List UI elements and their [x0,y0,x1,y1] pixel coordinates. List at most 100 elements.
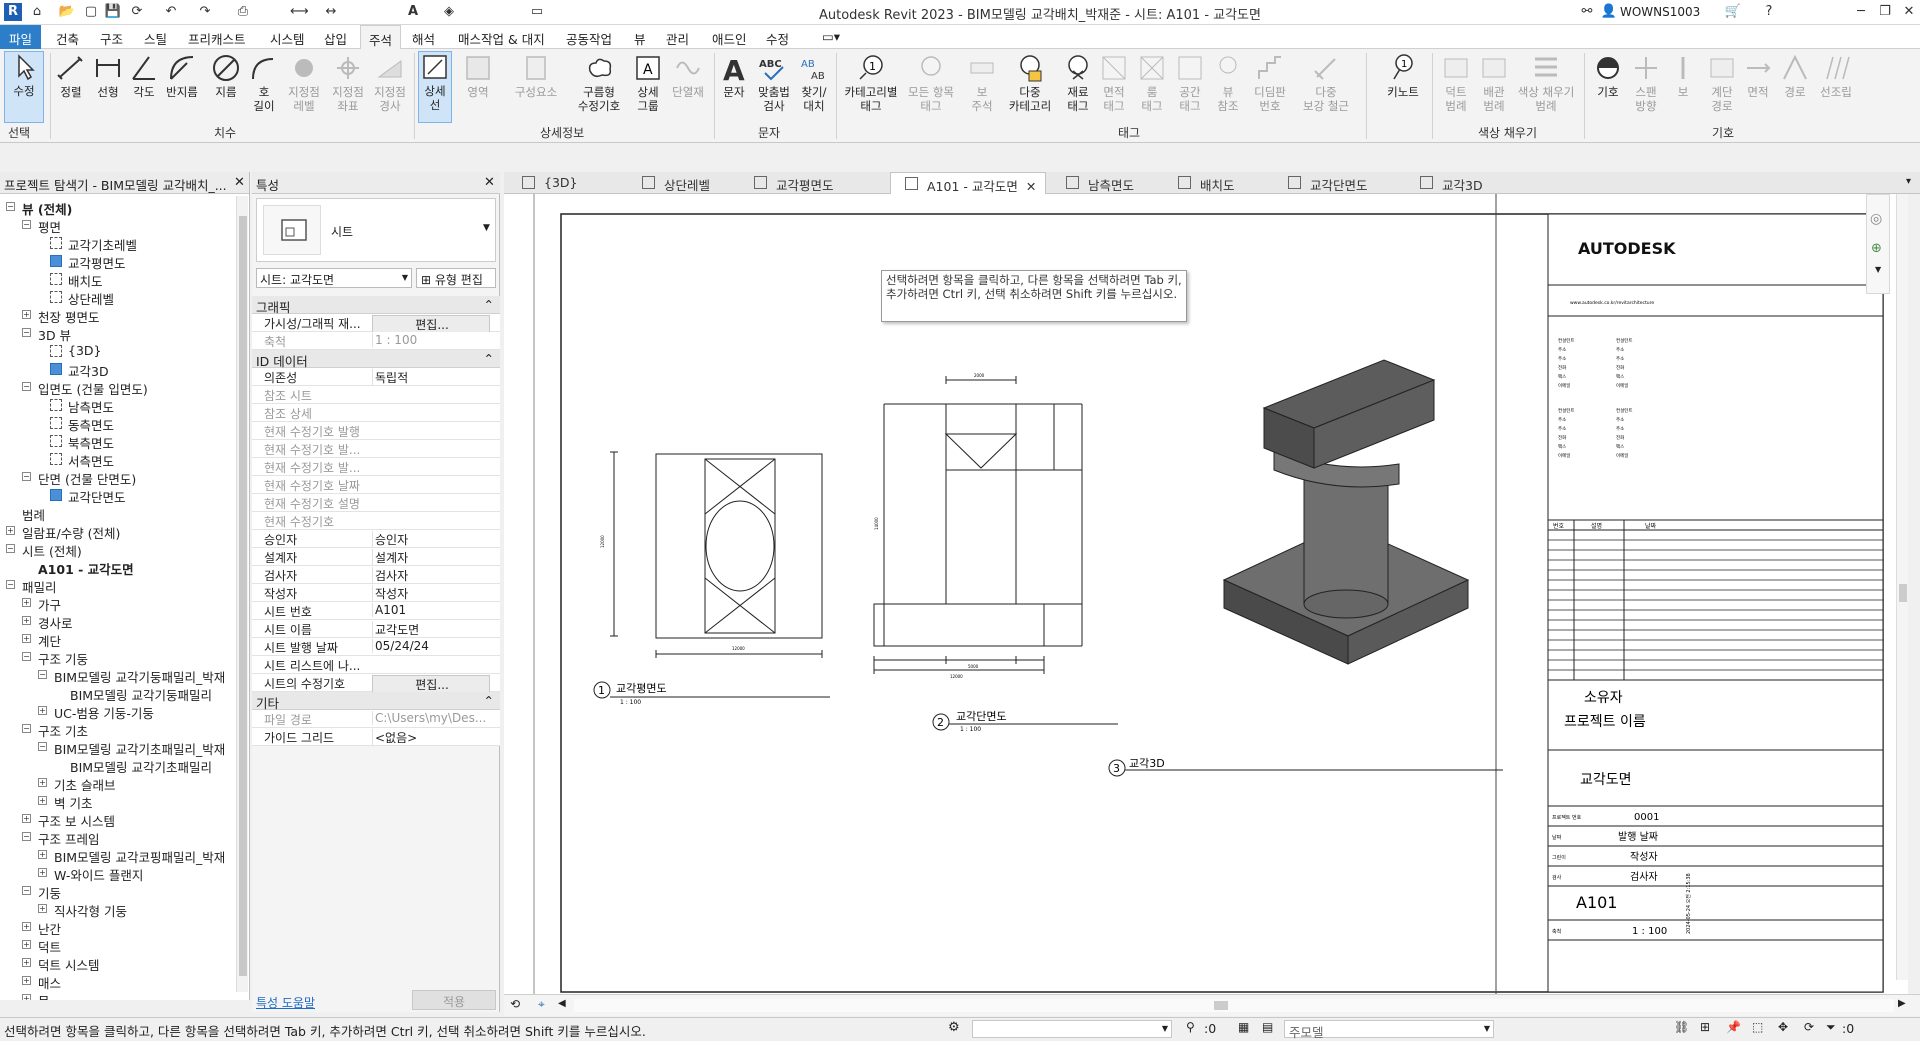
group-text[interactable]: 문자 [758,124,780,141]
view-tab[interactable]: 교각3D [1406,172,1538,194]
property-section-header[interactable]: 기타 ⌃ [252,692,500,711]
menu-annotate[interactable]: 주석 [360,25,402,49]
properties-help-link[interactable]: 특성 도움말 [256,994,315,1011]
text-icon[interactable]: A [404,3,422,21]
tree-item[interactable]: 교각기초레벨 [68,235,137,254]
tree-expander-icon[interactable]: + [38,904,47,913]
symbol-button[interactable]: 기호 [1590,53,1626,99]
tree-item[interactable]: 덕트 시스템 [38,955,99,974]
property-row[interactable]: 현재 수정기호 발... [252,458,500,476]
tree-item[interactable]: 시트 (전체) [22,541,82,560]
detail-line-button[interactable]: 상세 선 [418,51,452,123]
tree-item[interactable]: W-와이드 플랜지 [54,865,143,884]
property-row[interactable]: 현재 수정기호 발행 [252,422,500,440]
diameter-dim-button[interactable]: 지름 [208,53,244,99]
tree-item[interactable]: UC-범용 기둥-기둥 [54,703,154,722]
property-row[interactable]: 참조 시트 [252,386,500,404]
property-row[interactable]: 설계자 설계자 [252,548,500,566]
tree-item[interactable]: 덕트 [38,937,61,956]
tree-expander-icon[interactable]: + [38,706,47,715]
tree-item[interactable]: 구조 기초 [38,721,88,740]
tree-item[interactable]: 상단레벨 [68,289,114,308]
select-underlay-icon[interactable]: ⊞ [1700,1020,1710,1034]
tree-item[interactable]: BIM모델링 교각기초패밀리 [70,757,212,776]
default-3d-icon[interactable]: ◈ [440,3,458,21]
property-value[interactable]: <없음> [372,729,490,746]
property-value[interactable]: 1 : 100 [372,333,490,347]
component-button[interactable]: 구성요소 [512,53,560,99]
radial-dim-button[interactable]: 반지름 [164,53,200,99]
workset-dropdown[interactable]: ▼ [972,1020,1172,1038]
tree-item[interactable]: 구조 기둥 [38,649,88,668]
property-row[interactable]: 시트 번호 A101 [252,602,500,620]
tree-item[interactable]: 3D 뷰 [38,325,71,344]
select-links-icon[interactable]: ⛓ [1674,1020,1689,1034]
property-row[interactable]: 시트의 수정기호 편집... [252,674,500,694]
canvas-scrollbar-horizontal[interactable] [574,999,1894,1012]
tree-item[interactable]: {3D} [68,343,101,358]
scroll-left-icon[interactable]: ◀ [558,998,566,1009]
tree-item[interactable]: 뷰 (전체) [22,199,72,218]
username[interactable]: WOWNS1003 [1620,5,1700,19]
tree-item[interactable]: 천장 평면도 [38,307,99,326]
tree-item[interactable]: 북측면도 [68,433,114,452]
spot-slope-button[interactable]: 지정점 경사 [372,53,408,113]
region-button[interactable]: 영역 [460,53,496,99]
menu-modify[interactable]: 수정 [766,29,789,48]
save-icon[interactable]: 💾 [104,3,122,21]
tree-expander-icon[interactable]: + [6,526,15,535]
apply-button[interactable]: 적용 [412,990,496,1010]
tree-expander-icon[interactable]: + [22,940,31,949]
span-direction-button[interactable]: 스팬 방향 [1628,53,1664,113]
tree-item[interactable]: 직사각형 기둥 [54,901,127,920]
arc-length-dim-button[interactable]: 호 길이 [246,53,282,113]
tree-scrollbar[interactable] [236,196,248,992]
view-tab[interactable]: {3D} [508,172,622,194]
menu-addins[interactable]: 애드인 [712,29,747,48]
tabs-overflow-icon[interactable]: ▾ [1906,176,1911,187]
tree-expander-icon[interactable]: + [38,778,47,787]
pin-icon[interactable]: ⌖ [538,997,545,1012]
property-value[interactable]: 검사자 [372,567,490,584]
property-row[interactable]: 검사자 검사자 [252,566,500,584]
type-selector[interactable]: 시트 ▼ [256,198,496,262]
collapse-icon[interactable]: ⌃ [484,693,494,708]
spot-coordinate-button[interactable]: 지정점 좌표 [330,53,366,113]
search-binoculars-icon[interactable]: ⚯ [1578,3,1596,21]
property-row[interactable]: 현재 수정기호 발... [252,440,500,458]
menu-manage[interactable]: 관리 [666,29,689,48]
property-row[interactable]: 시트 이름 교각도면 [252,620,500,638]
chevron-down-icon[interactable]: ▼ [483,223,490,233]
group-tag[interactable]: 태그 [1118,124,1140,141]
tree-expander-icon[interactable]: + [22,634,31,643]
tree-item[interactable]: 구조 보 시스템 [38,811,115,830]
property-row[interactable]: 파일 경로 C:\Users\my\Des... [252,710,500,728]
tree-item[interactable]: 단면 (건물 단면도) [38,469,136,488]
menu-systems[interactable]: 시스템 [270,29,305,48]
pipe-legend-button[interactable]: 배관 범례 [1476,53,1512,113]
sync-icon[interactable]: ⟳ [128,3,146,21]
tree-item[interactable]: 일람표/수량 (전체) [22,523,120,542]
tree-expander-icon[interactable]: + [22,310,31,319]
view-tab[interactable]: A101 - 교각도면 ✕ [890,172,1046,194]
angular-dim-button[interactable]: 각도 [126,53,162,99]
revit-logo-icon[interactable]: R [4,3,22,21]
tree-item[interactable]: BIM모델링 교각기둥패밀리_박재 [54,667,225,686]
tree-expander-icon[interactable]: − [22,652,31,661]
property-section-header[interactable]: 그래픽 ⌃ [252,296,500,315]
view-reference-button[interactable]: 뷰 참조 [1210,53,1246,113]
tree-item[interactable]: BIM모델링 교각기둥패밀리 [70,685,212,704]
tree-expander-icon[interactable]: − [22,220,31,229]
menu-steel[interactable]: 스틸 [144,29,167,48]
tree-item[interactable]: 서측면도 [68,451,114,470]
undo-icon[interactable]: ↶ [162,3,180,21]
close-icon[interactable]: ✕ [1900,3,1918,21]
tree-expander-icon[interactable]: + [22,598,31,607]
view-tab[interactable]: 상단레벨 [628,172,734,194]
menu-precast[interactable]: 프리캐스트 [188,29,246,48]
view-tab[interactable]: 교각평면도 [740,172,884,194]
close-hidden-icon[interactable]: ▭ [528,3,546,21]
collapse-icon[interactable]: ⌃ [484,351,494,366]
model-dropdown[interactable]: 주모델 ▼ [1284,1020,1494,1040]
canvas-scrollbar-vertical[interactable] [1896,194,1908,980]
